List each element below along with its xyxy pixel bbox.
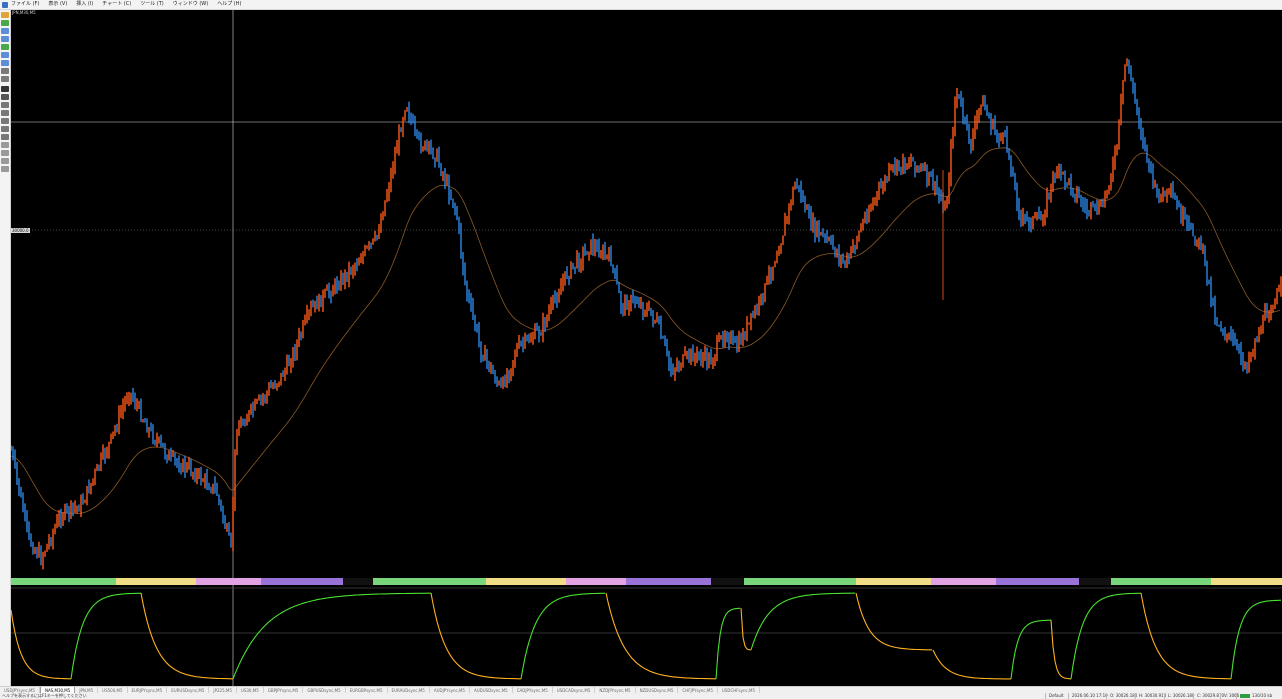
oscillator-line-down (1050, 619, 1072, 680)
oscillator-line-up (1070, 592, 1142, 680)
session-segment (1111, 578, 1211, 585)
chart-bars-icon[interactable] (1, 68, 9, 74)
session-segment (1079, 578, 1111, 585)
oscillator-line-down (11, 609, 71, 680)
connection-text: 130/10 kb (1252, 693, 1273, 698)
session-segment (196, 578, 261, 585)
session-segment (373, 578, 486, 585)
oscillator-line-up (520, 592, 606, 680)
oscillator-line-down (740, 607, 752, 651)
session-segment (261, 578, 343, 585)
oscillator-line-down (140, 592, 233, 680)
zoom-in-icon[interactable] (1, 52, 9, 58)
oscillator-line-up (70, 592, 142, 680)
session-segment (931, 578, 996, 585)
status-connection: 130/10 kb (1236, 693, 1275, 699)
menu-bar: ファイル (F) 表示 (V) 挿入 (I) チャート (C) ツール (T) … (0, 0, 1282, 10)
label-icon[interactable] (1, 150, 9, 156)
oscillator-line-down (932, 649, 1011, 680)
terminal-icon[interactable] (1, 44, 9, 50)
oscillator-line-down (430, 592, 521, 680)
session-segment (711, 578, 744, 585)
connection-indicator-icon (1240, 694, 1250, 698)
zoom-out-icon[interactable] (1, 60, 9, 66)
oscillator-line-up (715, 607, 741, 680)
menu-window[interactable]: ウィンドウ (W) (173, 0, 208, 9)
oscillator-line-up (1010, 619, 1052, 680)
session-segment (116, 578, 196, 585)
session-segment (343, 578, 373, 585)
menu-chart[interactable]: チャート (C) (102, 0, 131, 9)
status-profile: Default (1045, 693, 1067, 699)
trendline-icon[interactable] (1, 118, 9, 124)
menu-tools[interactable]: ツール (T) (140, 0, 164, 9)
fibonacci-icon[interactable] (1, 134, 9, 140)
session-segment (566, 578, 626, 585)
session-segment (856, 578, 931, 585)
vertical-line-icon[interactable] (1, 102, 9, 108)
menu-help[interactable]: ヘルプ (H) (217, 0, 241, 9)
session-segment (996, 578, 1079, 585)
profiles-icon[interactable] (1, 20, 9, 26)
oscillator-line-down (855, 592, 932, 651)
market-watch-icon[interactable] (1, 28, 9, 34)
oscillator-line-down (1140, 592, 1231, 680)
arrows-icon[interactable] (1, 158, 9, 164)
oscillator-line-down (605, 592, 716, 680)
text-icon[interactable] (1, 142, 9, 148)
channel-icon[interactable] (1, 126, 9, 132)
moving-average-line (11, 147, 1281, 514)
chart-title: JPN,M30,M5 (12, 10, 36, 15)
horizontal-line-icon[interactable] (1, 110, 9, 116)
menu-file[interactable]: ファイル (F) (11, 0, 39, 9)
cursor-icon[interactable] (1, 86, 9, 92)
menu-view[interactable]: 表示 (V) (48, 0, 67, 9)
status-datetime: 2026.06.10 17:10 (1068, 693, 1111, 699)
shapes-icon[interactable] (1, 166, 9, 172)
navigator-icon[interactable] (1, 36, 9, 42)
status-help-text: ヘルプを表示するにはF1キーを押してください (2, 693, 87, 698)
crosshair-icon[interactable] (1, 94, 9, 100)
app-icon (2, 1, 8, 8)
session-segment (1211, 578, 1282, 585)
oscillator-line-up (232, 592, 431, 680)
candlesticks-icon[interactable] (1, 76, 9, 82)
session-segment (486, 578, 566, 585)
session-segment (11, 578, 116, 585)
price-marker: 30000.0 (11, 228, 30, 233)
menu-insert[interactable]: 挿入 (I) (76, 0, 93, 9)
vertical-toolbar (0, 10, 11, 686)
chart-window[interactable]: JPN,M30,M5 30000.0 (11, 10, 1282, 686)
price-chart-canvas[interactable] (11, 10, 1282, 686)
session-segment (626, 578, 711, 585)
oscillator-line-up (1230, 599, 1282, 680)
status-bar: ヘルプを表示するにはF1キーを押してください Default 2026.06.1… (0, 693, 1282, 699)
session-segment (744, 578, 856, 585)
oscillator-line-up (750, 592, 856, 651)
new-chart-icon[interactable] (1, 12, 9, 18)
